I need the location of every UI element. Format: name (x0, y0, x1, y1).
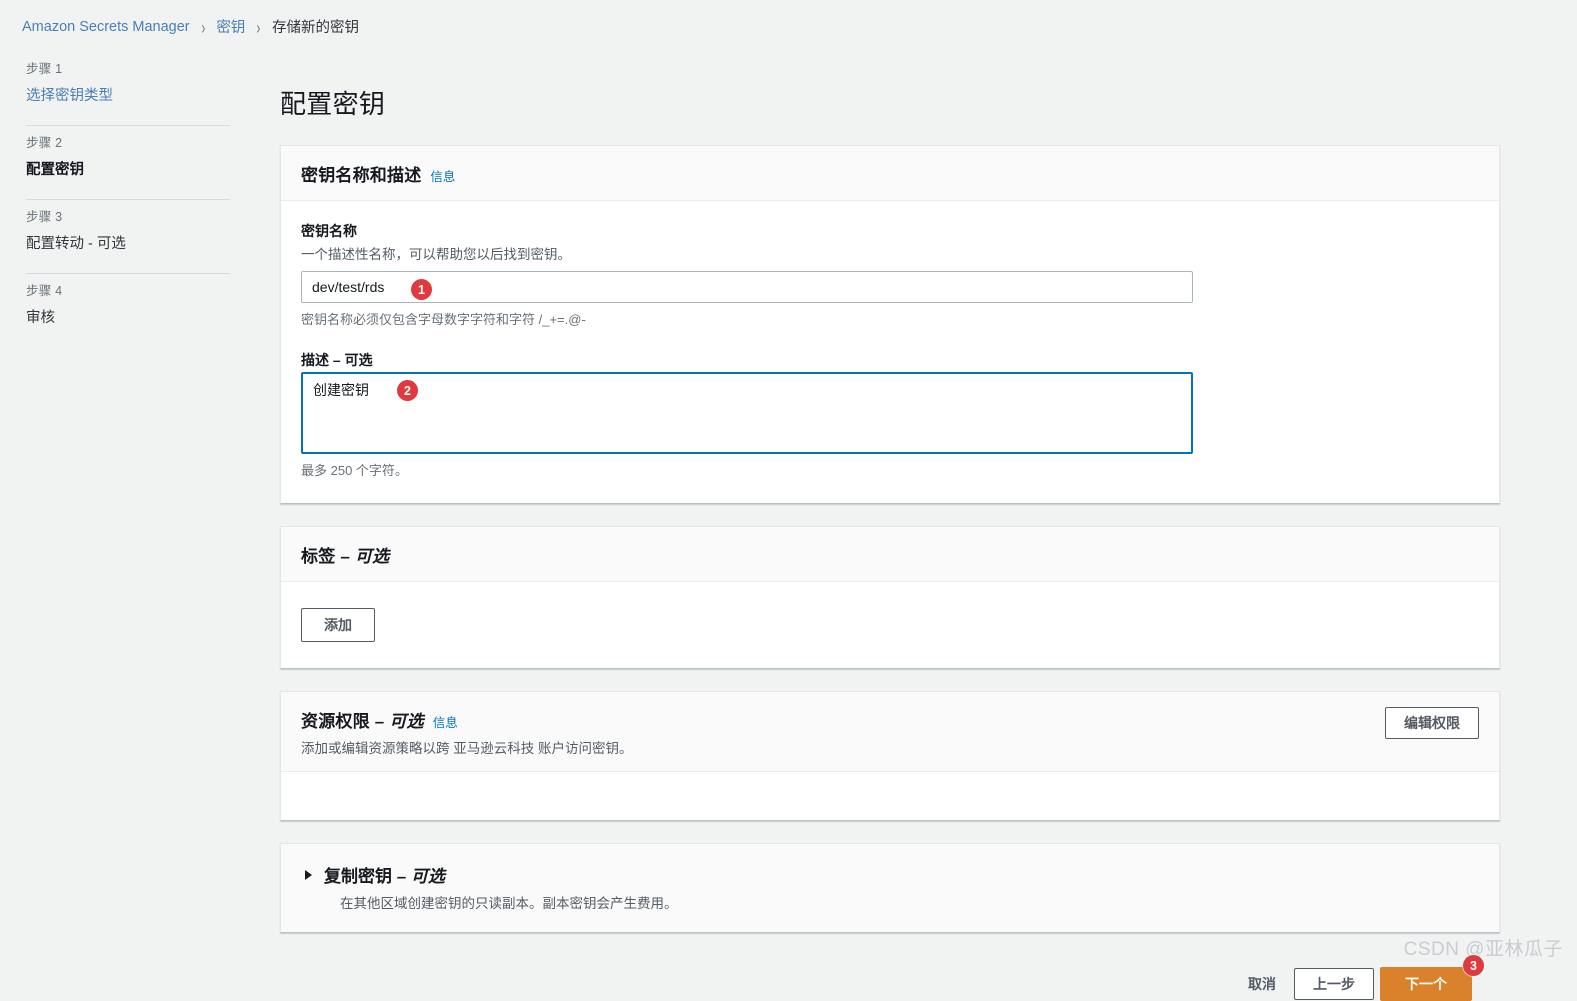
card-title: 资源权限 – 可选 (301, 712, 424, 732)
card-body: 添加 (281, 582, 1499, 668)
step-2-number: 步骤 2 (26, 136, 63, 150)
watermark: CSDN @亚林瓜子 (1403, 939, 1563, 960)
card-title-optional: – 可选 (374, 712, 424, 732)
resource-permissions-subtitle: 添加或编辑资源策略以跨 亚马逊云科技 账户访问密钥。 (301, 741, 633, 757)
card-header: 资源权限 – 可选 信息 添加或编辑资源策略以跨 亚马逊云科技 账户访问密钥。 … (281, 692, 1499, 773)
annotation-badge-3: 3 (1463, 955, 1484, 977)
secret-name-hint: 密钥名称必须仅包含字母数字字符和字符 /_+=.@- (301, 312, 586, 327)
card-title: 标签 – 可选 (301, 547, 390, 566)
secret-name-description: 一个描述性名称，可以帮助您以后找到密钥。 (301, 247, 571, 262)
card-title: 密钥名称和描述 (301, 166, 422, 185)
step-4-title: 审核 (26, 310, 55, 326)
step-4-number: 步骤 4 (26, 284, 63, 298)
step-3-title: 配置转动 - 可选 (26, 236, 126, 252)
tags-card: 标签 – 可选 添加 (280, 526, 1500, 670)
annotation-badge-1: 1 (411, 279, 432, 300)
breadcrumb-separator-icon: › (256, 15, 261, 38)
card-header: 密钥名称和描述 信息 (281, 146, 1499, 201)
info-link[interactable]: 信息 (430, 166, 455, 185)
secret-name-input[interactable] (301, 271, 1193, 303)
replicate-secret-expandable-header[interactable]: 复制密钥 – 可选 在其他区域创建密钥的只读副本。副本密钥会产生费用。 (281, 844, 1499, 933)
sidebar-item-step-1[interactable]: 步骤 1 选择密钥类型 (26, 52, 230, 126)
step-1-number: 步骤 1 (26, 62, 63, 76)
card-body: 密钥名称 一个描述性名称，可以帮助您以后找到密钥。 1 密钥名称必须仅包含字母数… (281, 201, 1499, 503)
previous-button[interactable]: 上一步 (1294, 968, 1374, 1001)
sidebar-item-step-3[interactable]: 步骤 3 配置转动 - 可选 (26, 200, 230, 274)
replicate-secret-subtitle: 在其他区域创建密钥的只读副本。副本密钥会产生费用。 (340, 896, 678, 912)
breadcrumb-item-secrets[interactable]: 密钥 (216, 16, 245, 37)
breadcrumb-item-current: 存储新的密钥 (271, 20, 359, 36)
annotation-badge-2: 2 (397, 380, 418, 401)
secret-description-hint: 最多 250 个字符。 (301, 463, 408, 478)
card-body (281, 772, 1499, 820)
replicate-secret-card: 复制密钥 – 可选 在其他区域创建密钥的只读副本。副本密钥会产生费用。 (280, 843, 1500, 934)
secret-description-textarea[interactable] (301, 372, 1193, 454)
main-content: 配置密钥 密钥名称和描述 信息 密钥名称 一个描述性名称，可以帮助您以后找到密钥… (280, 40, 1530, 1001)
step-2-title: 配置密钥 (26, 162, 84, 178)
cancel-button[interactable]: 取消 (1236, 968, 1288, 1000)
next-button[interactable]: 下一个 (1380, 967, 1472, 1001)
step-3-number: 步骤 3 (26, 210, 63, 224)
secret-name-field-group: 密钥名称 一个描述性名称，可以帮助您以后找到密钥。 1 密钥名称必须仅包含字母数… (301, 221, 1479, 328)
replicate-secret-title: 复制密钥 – 可选 (324, 867, 445, 887)
replicate-secret-title-optional: – 可选 (396, 867, 445, 887)
step-1-title[interactable]: 选择密钥类型 (26, 84, 230, 105)
secret-name-description-card: 密钥名称和描述 信息 密钥名称 一个描述性名称，可以帮助您以后找到密钥。 1 密… (280, 145, 1500, 504)
sidebar-item-step-2[interactable]: 步骤 2 配置密钥 (26, 126, 230, 200)
wizard-navigation: 步骤 1 选择密钥类型 步骤 2 配置密钥 步骤 3 配置转动 - 可选 步骤 … (0, 40, 280, 347)
page-title: 配置密钥 (280, 89, 386, 119)
card-header: 标签 – 可选 (281, 527, 1499, 582)
sidebar-item-step-4[interactable]: 步骤 4 审核 (26, 274, 230, 347)
secret-description-label: 描述 – 可选 (301, 352, 373, 368)
info-link[interactable]: 信息 (433, 712, 458, 731)
secret-description-field-group: 描述 – 可选 2 最多 250 个字符。 (301, 350, 1479, 479)
breadcrumb: Amazon Secrets Manager › 密钥 › 存储新的密钥 (0, 0, 1577, 40)
edit-permissions-button[interactable]: 编辑权限 (1385, 707, 1479, 740)
page-layout: 步骤 1 选择密钥类型 步骤 2 配置密钥 步骤 3 配置转动 - 可选 步骤 … (0, 40, 1577, 1001)
add-tag-button[interactable]: 添加 (301, 608, 375, 643)
card-title-optional: – 可选 (340, 547, 390, 566)
wizard-footer-actions: 取消 上一步 下一个 3 (280, 955, 1500, 1001)
chevron-right-icon[interactable] (305, 870, 312, 881)
breadcrumb-item-service[interactable]: Amazon Secrets Manager (22, 19, 190, 35)
secret-name-label: 密钥名称 (301, 223, 357, 239)
breadcrumb-separator-icon: › (201, 15, 205, 38)
resource-permissions-card: 资源权限 – 可选 信息 添加或编辑资源策略以跨 亚马逊云科技 账户访问密钥。 … (280, 691, 1500, 822)
